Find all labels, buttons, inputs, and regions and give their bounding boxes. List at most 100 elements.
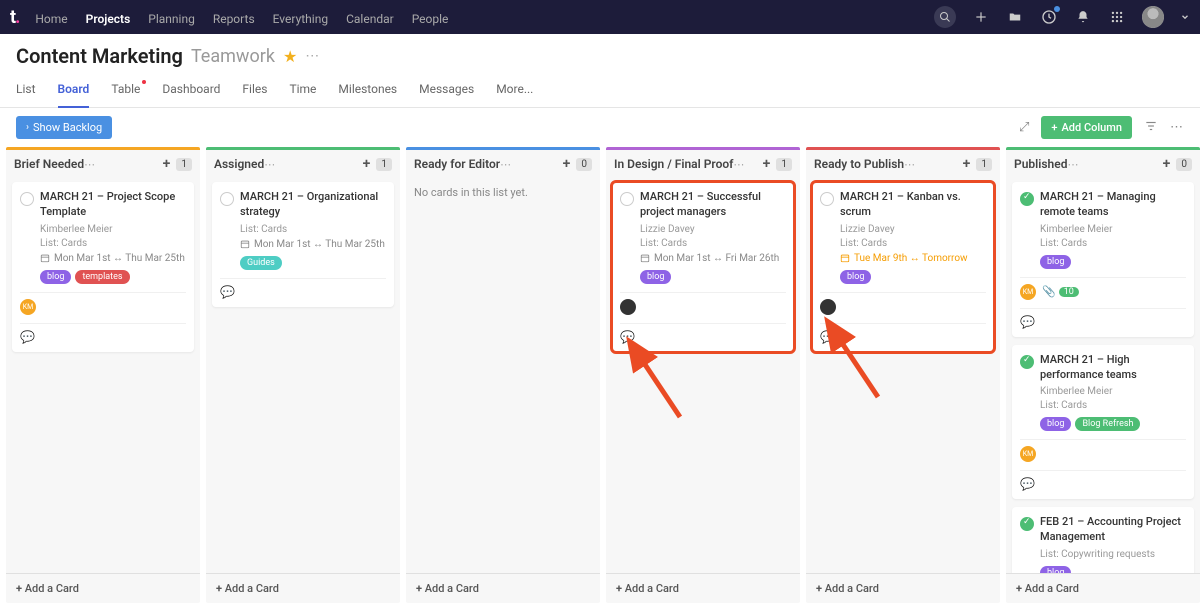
more-icon[interactable]: ⋯ [904,158,916,171]
tab-dashboard[interactable]: Dashboard [162,82,220,107]
more-icon[interactable]: ⋯ [1067,158,1079,171]
column-header: Ready for Editor ⋯ + 0 [406,150,600,178]
tab-milestones[interactable]: Milestones [338,82,397,107]
card-assignee: Lizzie Davey [840,224,986,235]
add-card-button[interactable]: + Add a Card [806,573,1000,603]
bell-icon[interactable] [1074,8,1092,26]
tab-time[interactable]: Time [289,82,316,107]
avatar[interactable] [620,299,636,315]
board-toolbar: › Show Backlog ⤢ + Add Column ⋯ [0,108,1200,147]
add-card-icon[interactable]: + [563,156,571,172]
card[interactable]: MARCH 21 – Managing remote teams Kimberl… [1012,182,1194,337]
tab-bar: List Board Table Dashboard Files Time Mileston… [0,68,1200,108]
avatar[interactable] [820,299,836,315]
card-assignee: Lizzie Davey [640,224,786,235]
complete-checkbox[interactable] [820,192,834,206]
add-card-button[interactable]: + Add a Card [406,573,600,603]
tab-list[interactable]: List [16,82,36,107]
tag[interactable]: blog [840,270,871,284]
card-footer [820,292,986,315]
expand-icon[interactable]: ⤢ [1019,120,1029,135]
card-count: 1 [176,158,192,171]
add-card-icon[interactable]: + [1163,156,1171,172]
nav-home[interactable]: Home [35,12,67,26]
star-icon[interactable]: ★ [283,47,297,66]
card-list: List: Cards [1040,238,1186,249]
more-icon[interactable]: ⋯ [84,158,96,171]
clock-icon[interactable] [1040,8,1058,26]
add-card-icon[interactable]: + [763,156,771,172]
tab-messages[interactable]: Messages [419,82,474,107]
add-card-icon[interactable]: + [363,156,371,172]
card[interactable]: MARCH 21 – Organizational strategy List:… [212,182,394,307]
avatar[interactable]: KM [1020,284,1036,300]
logo[interactable]: t. [10,7,19,28]
more-icon[interactable]: ⋯ [264,158,276,171]
nav-everything[interactable]: Everything [273,12,328,26]
add-card-icon[interactable]: + [963,156,971,172]
tab-board[interactable]: Board [58,82,90,108]
apps-icon[interactable] [1108,8,1126,26]
nav-reports[interactable]: Reports [213,12,255,26]
search-icon[interactable] [934,6,956,28]
complete-checkbox[interactable] [220,192,234,206]
complete-checkbox[interactable] [20,192,34,206]
tag[interactable]: blog [40,270,71,284]
comment-icon[interactable]: 💬 [1020,315,1035,329]
show-backlog-button[interactable]: › Show Backlog [16,116,112,139]
card-actions: 💬 [820,323,986,344]
attachment-count[interactable]: 📎10 [1042,285,1079,298]
add-icon[interactable] [972,8,990,26]
card-assignee: Kimberlee Meier [1040,224,1186,235]
tag[interactable]: templates [75,270,129,284]
comment-icon[interactable]: 💬 [220,285,235,299]
tag[interactable]: Blog Refresh [1075,417,1140,431]
card[interactable]: MARCH 21 – Project Scope Template Kimber… [12,182,194,352]
tag[interactable]: blog [1040,417,1071,431]
card[interactable]: MARCH 21 – Successful project managers L… [612,182,794,352]
filter-icon[interactable] [1144,119,1158,137]
comment-icon[interactable]: 💬 [1020,477,1035,491]
user-avatar[interactable] [1142,6,1164,28]
more-icon[interactable]: ⋯ [500,158,512,171]
complete-checkbox[interactable] [620,192,634,206]
tab-files[interactable]: Files [242,82,267,107]
add-card-button[interactable]: + Add a Card [606,573,800,603]
tag[interactable]: Guides [240,256,282,270]
add-card-button[interactable]: + Add a Card [1006,573,1200,603]
more-icon[interactable]: ⋯ [733,158,745,171]
column: Assigned ⋯ + 1 MARCH 21 – Organizational… [206,147,400,603]
comment-icon[interactable]: 💬 [20,330,35,344]
card[interactable]: MARCH 21 – High performance teams Kimber… [1012,345,1194,500]
card-count: 1 [376,158,392,171]
folder-icon[interactable] [1006,8,1024,26]
complete-checkbox[interactable] [1020,517,1034,531]
card-title: MARCH 21 – Project Scope Template [40,190,186,220]
complete-checkbox[interactable] [1020,192,1034,206]
chevron-down-icon[interactable] [1180,8,1190,26]
nav-planning[interactable]: Planning [148,12,195,26]
more-icon[interactable]: ⋯ [305,48,320,64]
add-column-button[interactable]: + Add Column [1041,116,1132,139]
card[interactable]: FEB 21 – Accounting Project Management L… [1012,507,1194,573]
complete-checkbox[interactable] [1020,355,1034,369]
avatar[interactable]: KM [1020,446,1036,462]
add-card-icon[interactable]: + [163,156,171,172]
tag[interactable]: blog [640,270,671,284]
comment-icon[interactable]: 💬 [820,330,835,344]
nav-projects[interactable]: Projects [86,12,131,26]
tab-table[interactable]: Table [111,82,140,107]
avatar[interactable]: KM [20,299,36,315]
tab-more[interactable]: More... [496,82,533,107]
tag[interactable]: blog [1040,255,1071,269]
add-card-button[interactable]: + Add a Card [6,573,200,603]
card-title: MARCH 21 – Organizational strategy [240,190,386,220]
nav-calendar[interactable]: Calendar [346,12,394,26]
tag[interactable]: blog [1040,566,1071,573]
comment-icon[interactable]: 💬 [620,330,635,344]
card-title: FEB 21 – Accounting Project Management [1040,515,1186,545]
more-icon[interactable]: ⋯ [1170,120,1184,135]
add-card-button[interactable]: + Add a Card [206,573,400,603]
card[interactable]: MARCH 21 – Kanban vs. scrum Lizzie Davey… [812,182,994,352]
nav-people[interactable]: People [412,12,449,26]
